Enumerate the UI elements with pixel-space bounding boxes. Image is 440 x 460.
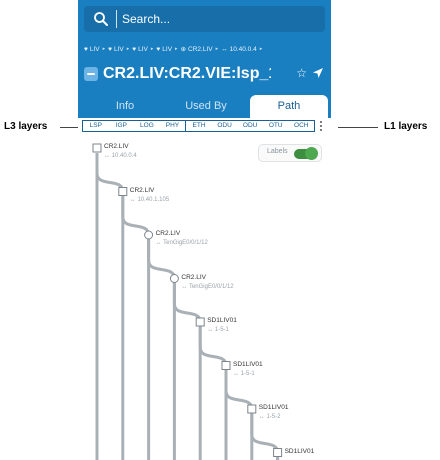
layer-column-och[interactable]: OCH bbox=[289, 121, 315, 131]
l1-layers-annotation: L1 layers bbox=[384, 121, 428, 132]
hop-interface-label: ↔ 1-5-1 bbox=[207, 327, 229, 333]
breadcrumb: ♥ LIV ▸ ♥ LIV ▸ ♥ LIV ▸ ♥ LIV ▸ ⊕ CR2.LIV ▸ ↔ 10.40.0.4 ▸ bbox=[84, 43, 265, 55]
layer-column-odu[interactable]: ODU bbox=[212, 121, 238, 131]
l3-layers-annotation: L3 layers bbox=[4, 121, 48, 132]
l1-leader-line bbox=[338, 127, 378, 128]
breadcrumb-item[interactable]: ⊕ CR2.LIV bbox=[180, 45, 213, 54]
device-node[interactable] bbox=[195, 317, 205, 327]
tab-used-by[interactable]: Used By bbox=[166, 95, 246, 118]
hop-interface-label: ↔ 1-5-1 bbox=[233, 370, 255, 377]
layer-column-lsp[interactable]: LSP bbox=[83, 121, 109, 131]
layer-column-phy[interactable]: PHY bbox=[160, 121, 186, 131]
tab-path[interactable]: Path bbox=[250, 95, 328, 118]
star-icon[interactable]: ☆ bbox=[296, 66, 307, 80]
hop-node-label: CR2.LIV bbox=[104, 143, 129, 150]
breadcrumb-separator-icon: ▸ bbox=[126, 46, 130, 52]
breadcrumb-separator-icon: ▸ bbox=[175, 46, 178, 52]
layer-header-strip: LSP IGP LOG PHY ETH ODU ODU OTU OCH bbox=[82, 120, 315, 132]
hop-node-label: CR2.LIV bbox=[129, 186, 155, 194]
breadcrumb-item[interactable]: ♥ LIV bbox=[132, 46, 148, 53]
interface-icon: ↔ bbox=[221, 45, 228, 53]
breadcrumb-label: LIV bbox=[114, 45, 124, 53]
router-icon: ⊕ bbox=[180, 46, 187, 53]
hop-node-label: SD1LIV01 bbox=[233, 360, 263, 368]
tab-info[interactable]: Info bbox=[86, 95, 164, 118]
breadcrumb-label: CR2.LIV bbox=[188, 45, 213, 53]
search-input[interactable] bbox=[122, 10, 317, 28]
device-node[interactable] bbox=[273, 448, 283, 457]
path-diagram bbox=[92, 143, 283, 460]
breadcrumb-separator-icon: ▸ bbox=[259, 46, 263, 52]
title-row: CR2.LIV:CR2.VIE:lsp_1686… ☆ bbox=[84, 62, 327, 86]
hop-node-label: SD1LIV01 bbox=[207, 317, 237, 324]
breadcrumb-item[interactable]: ♥ LIV bbox=[156, 46, 172, 53]
breadcrumb-item[interactable]: ↔ 10.40.0.4 bbox=[221, 46, 257, 53]
hop-interface-label: ↔ 10.40.0.4 bbox=[104, 153, 137, 159]
hop-node-label: CR2.LIV bbox=[181, 273, 206, 281]
breadcrumb-label: 10.40.0.4 bbox=[229, 45, 257, 53]
interface-node[interactable] bbox=[169, 274, 179, 283]
hop-interface-label: ↔ TenGigE0/0/1/12 bbox=[181, 283, 234, 290]
search-box[interactable] bbox=[84, 6, 325, 32]
layer-column-eth[interactable]: ETH bbox=[185, 121, 212, 131]
interface-node[interactable] bbox=[144, 230, 154, 240]
location-pin-icon: ♥ bbox=[132, 45, 137, 53]
header: ♥LIV▸♥LIV▸♥LIV▸♥LIV▸⊕CR2.LIV▸↔10.40.0.4▸… bbox=[78, 0, 331, 118]
location-pin-icon: ♥ bbox=[108, 45, 112, 53]
location-pin-icon: ♥ bbox=[84, 45, 88, 53]
locate-arrow-icon[interactable] bbox=[311, 66, 325, 80]
device-node[interactable] bbox=[221, 361, 231, 370]
hop-node-label: SD1LIV01 bbox=[284, 447, 315, 455]
layer-column-odu[interactable]: ODU bbox=[237, 121, 263, 131]
breadcrumb-separator-icon: ▸ bbox=[102, 46, 106, 52]
more-options-icon[interactable] bbox=[318, 120, 324, 132]
breadcrumb-item[interactable]: ♥ LIV bbox=[84, 46, 100, 53]
breadcrumb-separator-icon: ▸ bbox=[215, 46, 219, 52]
layer-column-igp[interactable]: IGP bbox=[109, 121, 135, 131]
tab-bar: Info Used By Path bbox=[78, 95, 331, 118]
layer-column-log[interactable]: LOG bbox=[134, 121, 160, 131]
breadcrumb-label: LIV bbox=[162, 45, 173, 53]
breadcrumb-item[interactable]: ♥ LIV bbox=[108, 46, 124, 53]
device-node[interactable] bbox=[118, 187, 128, 196]
device-node[interactable] bbox=[92, 143, 102, 153]
device-node[interactable] bbox=[247, 404, 257, 414]
location-pin-icon: ♥ bbox=[156, 45, 161, 53]
breadcrumb-separator-icon: ▸ bbox=[150, 46, 154, 52]
lsp-object-icon bbox=[84, 67, 98, 81]
path-panel: ♥LIV▸♥LIV▸♥LIV▸♥LIV▸⊕CR2.LIV▸↔10.40.0.4▸… bbox=[78, 0, 331, 460]
hop-interface-label: ↔ 1-5-2 bbox=[258, 414, 281, 420]
breadcrumb-label: LIV bbox=[138, 45, 148, 53]
breadcrumb-label: LIV bbox=[89, 45, 100, 53]
hop-node-label: SD1LIV01 bbox=[258, 404, 289, 411]
search-icon bbox=[94, 12, 108, 26]
hop-interface-label: ↔ 10.40.1.105 bbox=[129, 196, 170, 203]
search-divider bbox=[116, 10, 117, 28]
layer-column-otu[interactable]: OTU bbox=[263, 121, 289, 131]
hop-node-label: CR2.LIV bbox=[155, 230, 181, 237]
hop-interface-label: ↔ TenGigE0/0/1/12 bbox=[155, 240, 208, 246]
page-title: CR2.LIV:CR2.VIE:lsp_1686… bbox=[103, 65, 271, 82]
